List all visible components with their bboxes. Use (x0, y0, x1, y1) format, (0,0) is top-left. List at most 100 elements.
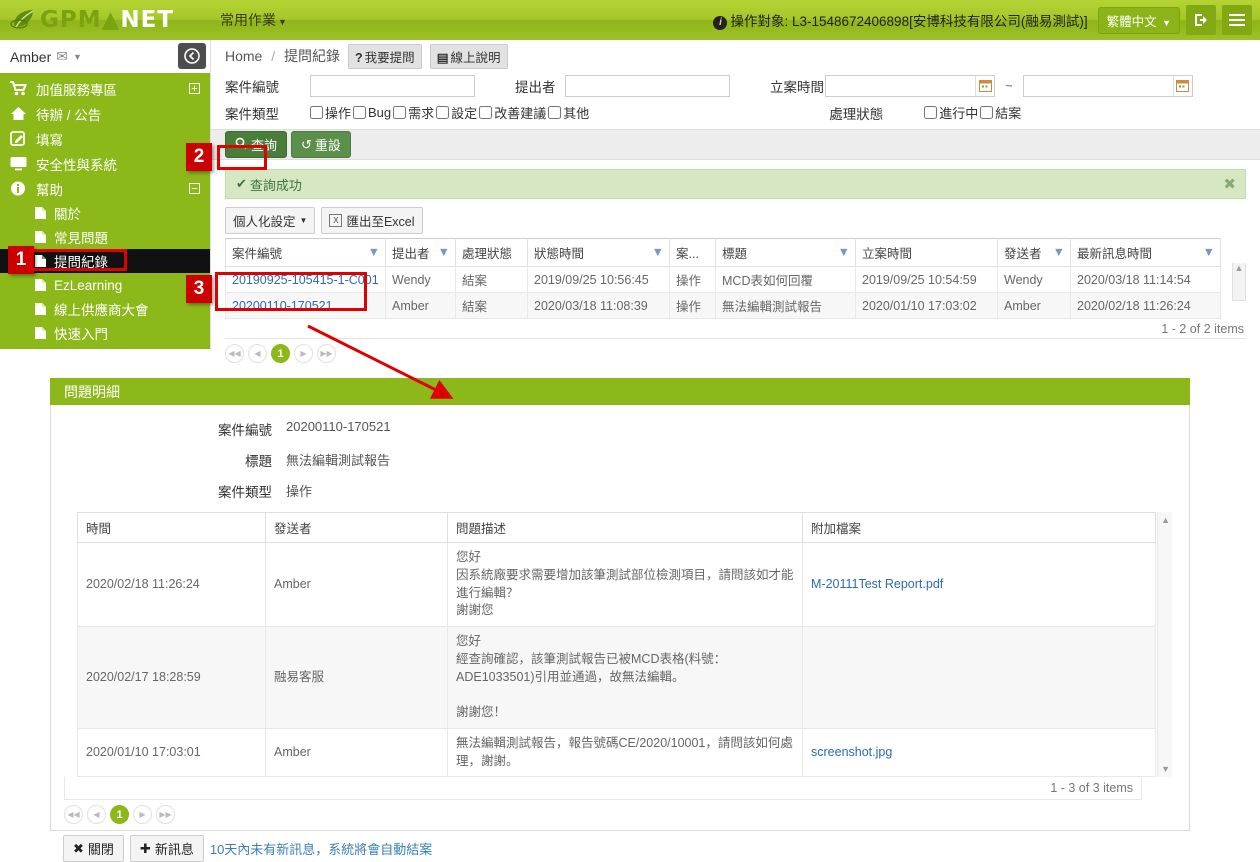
status-option[interactable]: 結案 (980, 103, 1021, 122)
col-open-time[interactable]: 立案時間 (855, 238, 998, 267)
submitter-label: 提出者 (515, 79, 556, 95)
cell-sender: Amber (265, 727, 448, 778)
expand-icon[interactable]: + (189, 83, 200, 95)
cell-attachment[interactable]: screenshot.jpg (802, 727, 1156, 778)
sidebar-item-ezlearning[interactable]: EzLearning (0, 273, 210, 297)
case-type-option[interactable]: Bug (353, 105, 391, 120)
reset-button[interactable]: ↺ 重設 (291, 131, 351, 158)
table-row[interactable]: 20190925-105415-1-C001 Wendy 結案 2019/09/… (225, 266, 1221, 293)
case-type-checkbox[interactable] (310, 106, 323, 119)
filter-icon[interactable]: ▼ (838, 245, 850, 259)
sidebar-subitem-label: EzLearning (54, 277, 123, 293)
pager-first-button[interactable]: ◀◀ (225, 344, 244, 363)
filter-icon[interactable]: ▼ (652, 245, 664, 259)
sidebar-item-security-system[interactable]: 安全性與系統 (0, 151, 210, 176)
filter-icon[interactable]: ▼ (368, 245, 380, 259)
breadcrumb-row: Home / 提問紀錄 ? 我要提問 ▤ 線上說明 (211, 40, 1260, 72)
case-type-checkbox[interactable] (393, 106, 407, 119)
sidebar-user-row[interactable]: Amber ✉ ▼ (0, 40, 210, 73)
pager-prev-button[interactable]: ◀ (248, 344, 267, 363)
personalize-settings-button[interactable]: 個人化設定 ▼ (225, 207, 316, 234)
sidebar-item-todo-announce[interactable]: 待辦 / 公告 (0, 101, 210, 126)
submitter-input[interactable] (565, 74, 730, 97)
case-type-option[interactable]: 設定 (436, 103, 477, 122)
status-checkbox[interactable] (980, 106, 994, 119)
collapse-icon[interactable]: − (189, 183, 200, 195)
close-icon[interactable]: ✖ (1223, 175, 1236, 193)
calendar-icon[interactable] (975, 75, 994, 96)
logout-icon (1193, 12, 1209, 28)
attachment-link[interactable]: M-20111Test Report.pdf (811, 577, 943, 591)
result-grid-header-row: 案件編號 ▼ 提出者 ▼ 處理狀態 狀態時間 ▼ 案... 標題 ▼ 立案時間 發送者 ▼… (225, 238, 1221, 267)
menu-toggle-button[interactable] (1222, 5, 1252, 35)
detail-pager-prev-button[interactable]: ◀ (87, 805, 106, 825)
table-row[interactable]: 20200110-170521 Amber 結案 2020/03/18 11:0… (225, 292, 1221, 319)
col-status-time[interactable]: 狀態時間 ▼ (527, 238, 670, 267)
detail-pager-page-1[interactable]: 1 (110, 805, 129, 825)
detail-footer: ✖ 關閉 ✚ 新訊息 10天內未有新訊息，系統將會自動結案 (50, 831, 1190, 862)
pager-last-button[interactable]: ▶▶ (317, 344, 336, 363)
case-type-option[interactable]: 操作 (310, 103, 351, 122)
col-title[interactable]: 標題 ▼ (715, 238, 856, 267)
case-type-option[interactable]: 改善建議 (479, 103, 546, 122)
book-icon: ▤ (436, 50, 449, 65)
detail-pager-next-button[interactable]: ▶ (133, 805, 152, 825)
check-icon: ✔ (236, 176, 247, 191)
ask-question-button[interactable]: ? 我要提問 (348, 43, 422, 69)
detail-pager-last-button[interactable]: ▶▶ (156, 805, 175, 825)
menu-common-tasks[interactable]: 常用作業 ▼ (220, 10, 287, 30)
app-logo[interactable]: GPM▲NET (0, 7, 210, 33)
col-status[interactable]: 處理狀態 (455, 238, 528, 267)
detail-value: 操作 (286, 484, 313, 499)
col-sender[interactable]: 發送者 ▼ (997, 238, 1071, 267)
pager-next-button[interactable]: ▶ (294, 344, 313, 363)
new-message-button[interactable]: ✚ 新訊息 (129, 835, 204, 862)
monitor-icon (10, 156, 36, 171)
open-time-from-input[interactable] (825, 74, 995, 97)
pager-page-1[interactable]: 1 (271, 344, 290, 363)
filter-icon[interactable]: ▼ (1203, 245, 1215, 259)
sidebar-item-help[interactable]: 幫助 − (0, 176, 210, 201)
detail-panel-title: 問題明細 (50, 378, 1190, 405)
sidebar-item-fill[interactable]: 填寫 (0, 126, 210, 151)
status-checkbox[interactable] (924, 106, 938, 119)
attachment-link[interactable]: screenshot.jpg (811, 745, 892, 759)
col-case-no[interactable]: 案件編號 ▼ (225, 238, 386, 267)
case-type-checkbox[interactable] (436, 106, 450, 119)
col-submitter[interactable]: 提出者 ▼ (385, 238, 456, 267)
filter-icon[interactable]: ▼ (1053, 245, 1065, 259)
scroll-down-icon[interactable]: ▼ (1161, 764, 1170, 774)
case-type-option[interactable]: 其他 (548, 103, 589, 122)
close-button[interactable]: ✖ 關閉 (63, 835, 124, 862)
case-type-checkbox[interactable] (479, 106, 493, 119)
detail-grid-scrollbar[interactable]: ▲ ▼ (1157, 512, 1172, 778)
filter-icon[interactable]: ▼ (438, 245, 450, 259)
cell-attachment[interactable]: M-20111Test Report.pdf (802, 542, 1156, 627)
result-grid-scrollbar[interactable]: ▲ (1232, 263, 1246, 301)
cell-description: 無法編輯測試報告，報告號碼CE/2020/10001，請問該如何處理，謝謝。 (447, 727, 803, 778)
case-type-option[interactable]: 需求 (393, 103, 434, 122)
status-option[interactable]: 進行中 (924, 103, 978, 122)
breadcrumb-current: 提問紀錄 (284, 48, 341, 64)
mail-icon[interactable]: ✉ (56, 48, 68, 65)
export-excel-button[interactable]: X 匯出至Excel (321, 207, 423, 234)
sidebar-item-about[interactable]: 關於 (0, 201, 210, 225)
col-last-msg-time[interactable]: 最新訊息時間 ▼ (1070, 238, 1221, 267)
col-type[interactable]: 案... (669, 238, 716, 267)
breadcrumb-home[interactable]: Home (225, 48, 262, 64)
case-type-checkbox[interactable] (548, 106, 562, 119)
case-type-checkbox[interactable] (353, 106, 367, 119)
sidebar-item-online-supplier-meeting[interactable]: 線上供應商大會 (0, 297, 210, 321)
online-help-button[interactable]: ▤ 線上說明 (429, 43, 508, 69)
scroll-up-icon[interactable]: ▲ (1161, 515, 1170, 525)
calendar-icon[interactable] (1172, 75, 1192, 96)
open-time-to-input[interactable] (1022, 74, 1193, 97)
language-selector[interactable]: 繁體中文 ▼ (1097, 6, 1180, 34)
detail-pager-first-button[interactable]: ◀◀ (64, 805, 83, 825)
sidebar-item-value-added[interactable]: 加值服務專區 + (0, 76, 210, 101)
sidebar-collapse-button[interactable] (178, 43, 206, 69)
case-no-input[interactable] (310, 74, 475, 97)
cell-sender: Amber (997, 292, 1071, 319)
logout-button[interactable] (1186, 5, 1216, 35)
sidebar-item-quick-start[interactable]: 快速入門 (0, 321, 210, 345)
